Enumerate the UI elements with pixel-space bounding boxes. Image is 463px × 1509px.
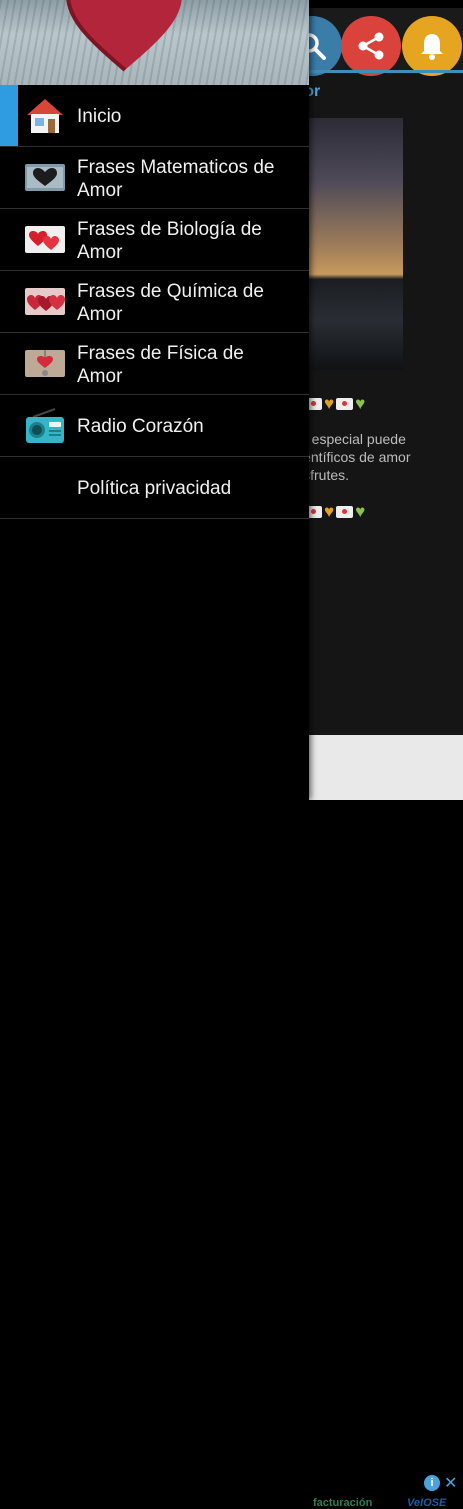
- love-letter-icon: [336, 506, 354, 518]
- green-heart-icon: ♥: [355, 502, 366, 521]
- yellow-heart-icon: ♥: [324, 502, 335, 521]
- green-heart-icon: ♥: [355, 394, 366, 413]
- menu-label-line1: Frases de Física de: [77, 343, 244, 364]
- menu-item-frases-quimica[interactable]: Frases de Química de Amor: [0, 271, 309, 333]
- emoji-row-top: ♥ ♥: [305, 394, 365, 414]
- menu-item-radio-corazon[interactable]: Radio Corazón: [0, 395, 309, 457]
- menu-label: Frases de Biología de Amor: [77, 218, 262, 264]
- menu-item-inicio[interactable]: Inicio: [0, 85, 309, 147]
- menu-label: Radio Corazón: [77, 416, 204, 437]
- heart-icon: [66, 0, 182, 72]
- menu-item-frases-matematicos[interactable]: Frases Matematicos de Amor: [0, 147, 309, 209]
- menu-label: Frases de Química de Amor: [77, 280, 264, 326]
- article-body: a especial puede ientíficos de amor isfr…: [300, 431, 411, 483]
- menu-item-frases-biologia[interactable]: Frases de Biología de Amor: [0, 209, 309, 271]
- share-button[interactable]: [341, 16, 401, 76]
- share-icon: [358, 32, 384, 60]
- menu-label-line1: Frases Matematicos de: [77, 157, 275, 178]
- radio-icon: [26, 408, 64, 443]
- biology-heart-thumbnail: [25, 226, 65, 253]
- notifications-button[interactable]: [402, 16, 462, 76]
- menu-label: Frases Matematicos de Amor: [77, 156, 274, 202]
- house-icon: [27, 99, 63, 133]
- physics-heart-thumbnail: [25, 350, 65, 377]
- menu-label: Política privacidad: [77, 478, 232, 499]
- menu-label-line2: Amor: [77, 304, 123, 325]
- menu-label-line1: Frases de Química de: [77, 281, 264, 302]
- emoji-row-bottom: ♥ ♥: [305, 502, 365, 522]
- close-icon[interactable]: ✕: [444, 1473, 457, 1493]
- menu-label-line2: Amor: [77, 180, 123, 201]
- ad-brand-right: VeIOSE: [407, 1497, 447, 1509]
- chemistry-heart-thumbnail: [25, 288, 65, 315]
- bell-icon: [421, 34, 443, 60]
- drawer-header-image: [0, 0, 309, 85]
- yellow-heart-icon: ♥: [324, 394, 335, 413]
- navigation-drawer[interactable]: Inicio Frases Matematicos de Amor Frases…: [0, 0, 309, 800]
- menu-label-line1: Frases de Biología de: [77, 219, 262, 240]
- menu-item-politica-privacidad[interactable]: Política privacidad: [0, 457, 309, 519]
- ad-brand-left: facturación: [313, 1497, 373, 1509]
- info-icon[interactable]: i: [424, 1475, 440, 1491]
- menu-label: Inicio: [77, 106, 122, 127]
- love-letter-icon: [336, 398, 354, 410]
- menu-label-line2: Amor: [77, 366, 123, 387]
- menu-label: Frases de Física de Amor: [77, 342, 244, 388]
- menu-item-frases-fisica[interactable]: Frases de Física de Amor: [0, 333, 309, 395]
- math-heart-thumbnail: [25, 164, 65, 191]
- menu-label-line2: Amor: [77, 242, 123, 263]
